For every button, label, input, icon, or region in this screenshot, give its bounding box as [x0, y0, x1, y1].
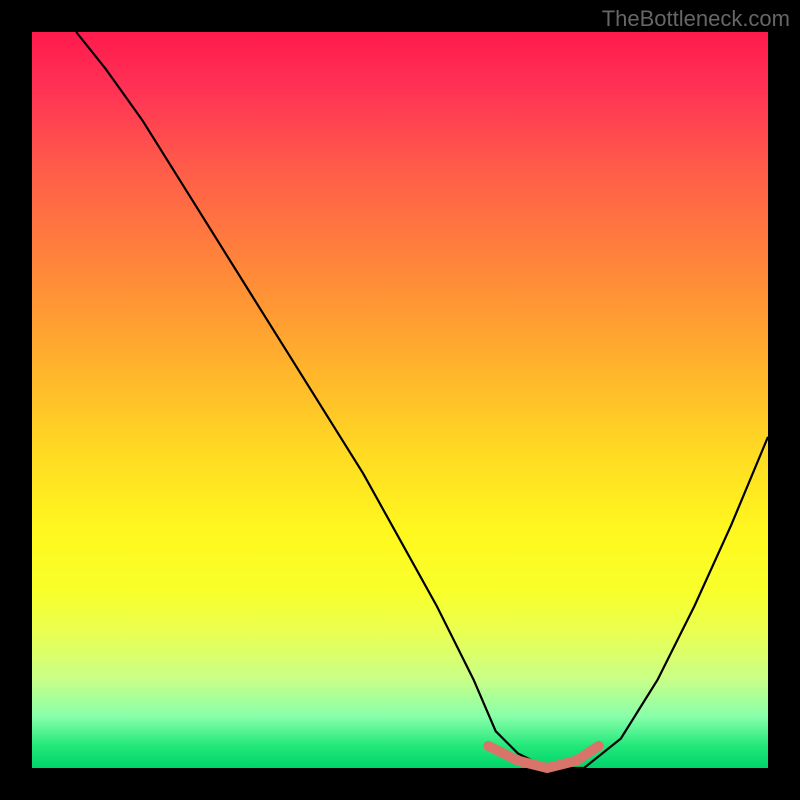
chart-plot-area: [32, 32, 768, 768]
bottleneck-curve-line: [76, 32, 768, 768]
chart-svg: [32, 32, 768, 768]
optimal-range-marker: [488, 746, 598, 768]
watermark-text: TheBottleneck.com: [602, 6, 790, 32]
